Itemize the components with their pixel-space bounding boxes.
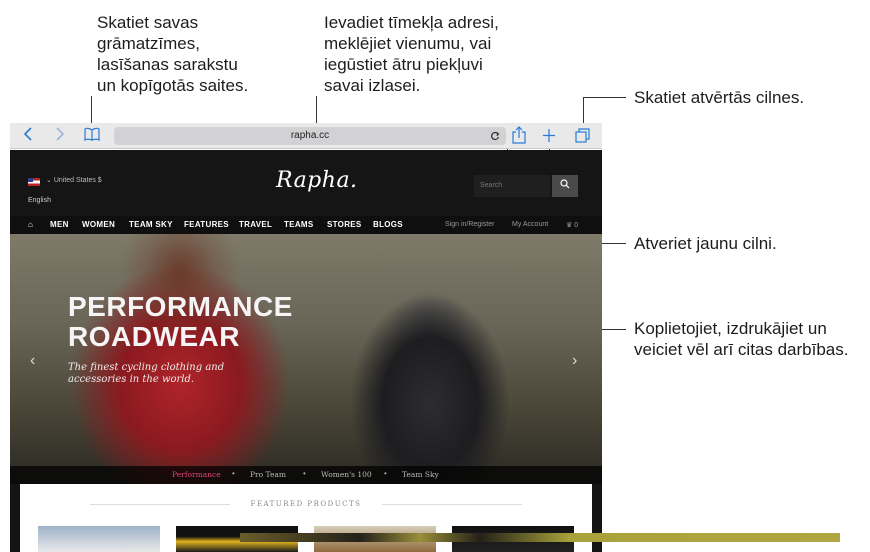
my-account-link[interactable]: My Account (512, 221, 548, 228)
site-search-input[interactable]: Search (474, 175, 550, 197)
region-label: United States $ (53, 177, 102, 184)
site-header: ⌄ United States $ English Rapha. Search (10, 150, 602, 216)
nav-item-stores[interactable]: STORES (327, 220, 362, 229)
share-callout: Koplietojiet, izdrukājiet un veiciet vēl… (634, 318, 848, 360)
hero-next-arrow-icon[interactable]: › (572, 352, 577, 370)
callout-line: Skatiet atvērtās cilnes. (634, 88, 805, 107)
hero-subtitle-line: accessories in the world. (68, 374, 195, 385)
image-artifact (240, 533, 840, 542)
chevron-left-icon[interactable] (20, 126, 36, 146)
reload-icon[interactable] (490, 127, 500, 152)
nav-item-team-sky[interactable]: TEAM SKY (129, 220, 173, 229)
hero-prev-arrow-icon[interactable]: ‹ (30, 352, 35, 370)
subnav-separator: • (384, 469, 387, 478)
language-selector[interactable]: English (28, 197, 51, 204)
bookmarks-callout: Skatiet savas grāmatzīmes, lasīšanas sar… (97, 12, 248, 96)
hero-title: PERFORMANCE ROADWEAR (68, 292, 293, 352)
subnav-separator: • (232, 469, 235, 478)
divider (382, 504, 522, 505)
hero-title-line: PERFORMANCE (68, 291, 293, 322)
callout-line: Ievadiet tīmekļa adresi, (324, 13, 499, 32)
callout-line: un kopīgotās saites. (97, 76, 249, 95)
address-bar[interactable]: rapha.cc (114, 127, 506, 145)
address-callout: Ievadiet tīmekļa adresi, meklējiet vienu… (324, 12, 499, 96)
subnav-performance[interactable]: Performance (172, 470, 221, 479)
sign-in-link[interactable]: Sign in/Register (445, 221, 494, 228)
callout-line: Atveriet jaunu cilni. (634, 234, 777, 253)
site-nav: ⌂ MEN WOMEN TEAM SKY FEATURES TRAVEL TEA… (10, 216, 602, 234)
callout-line: meklējiet vienumu, vai (324, 34, 492, 53)
nav-item-blogs[interactable]: BLOGS (373, 220, 403, 229)
book-icon[interactable] (82, 126, 102, 146)
callout-line: lasīšanas sarakstu (97, 55, 238, 74)
nav-item-teams[interactable]: TEAMS (284, 220, 314, 229)
us-flag-icon (28, 178, 40, 186)
tabs-leader-h (583, 97, 626, 98)
home-icon[interactable]: ⌂ (28, 220, 33, 229)
tabs-icon[interactable] (574, 126, 592, 146)
subnav-team-sky[interactable]: Team Sky (402, 470, 439, 479)
nav-item-features[interactable]: FEATURES (184, 220, 229, 229)
callout-line: iegūstiet ātru piekļuvi (324, 55, 483, 74)
subnav-pro-team[interactable]: Pro Team (250, 470, 286, 479)
url-text: rapha.cc (290, 130, 330, 141)
callout-line: Koplietojiet, izdrukājiet un (634, 319, 827, 338)
share-icon[interactable] (510, 126, 528, 146)
basket-icon[interactable]: ♛ 0 (566, 221, 578, 229)
nav-item-men[interactable]: MEN (50, 220, 69, 229)
hero-subnav: Performance • Pro Team • Women's 100 • T… (10, 466, 602, 484)
hero-subtitle-line: The finest cycling clothing and (68, 362, 225, 373)
product-thumbnail[interactable] (38, 526, 160, 552)
nav-item-travel[interactable]: TRAVEL (239, 220, 272, 229)
chevron-right-icon[interactable] (52, 126, 68, 146)
plus-icon[interactable] (540, 126, 558, 146)
basket-count: 0 (574, 222, 579, 229)
web-page: ⌄ United States $ English Rapha. Search … (10, 150, 602, 552)
browser-toolbar: rapha.cc (10, 123, 602, 149)
hero-banner[interactable]: PERFORMANCE ROADWEAR The finest cycling … (10, 234, 602, 484)
nav-item-women[interactable]: WOMEN (82, 220, 115, 229)
callout-line: savai izlasei. (324, 76, 421, 95)
tabs-callout: Skatiet atvērtās cilnes. (634, 87, 804, 108)
region-selector[interactable]: ⌄ United States $ (46, 176, 102, 184)
search-icon[interactable] (552, 175, 578, 197)
callout-line: veiciet vēl arī citas darbības. (634, 340, 849, 359)
callout-line: grāmatzīmes, (97, 34, 200, 53)
site-logo[interactable]: Rapha. (276, 168, 358, 193)
hero-title-line: ROADWEAR (68, 321, 240, 352)
subnav-womens-100[interactable]: Women's 100 (321, 470, 372, 479)
hero-subtitle: The finest cycling clothing and accessor… (68, 362, 224, 386)
new-tab-callout: Atveriet jaunu cilni. (634, 233, 777, 254)
callout-line: Skatiet savas (97, 13, 199, 32)
subnav-separator: • (303, 469, 306, 478)
